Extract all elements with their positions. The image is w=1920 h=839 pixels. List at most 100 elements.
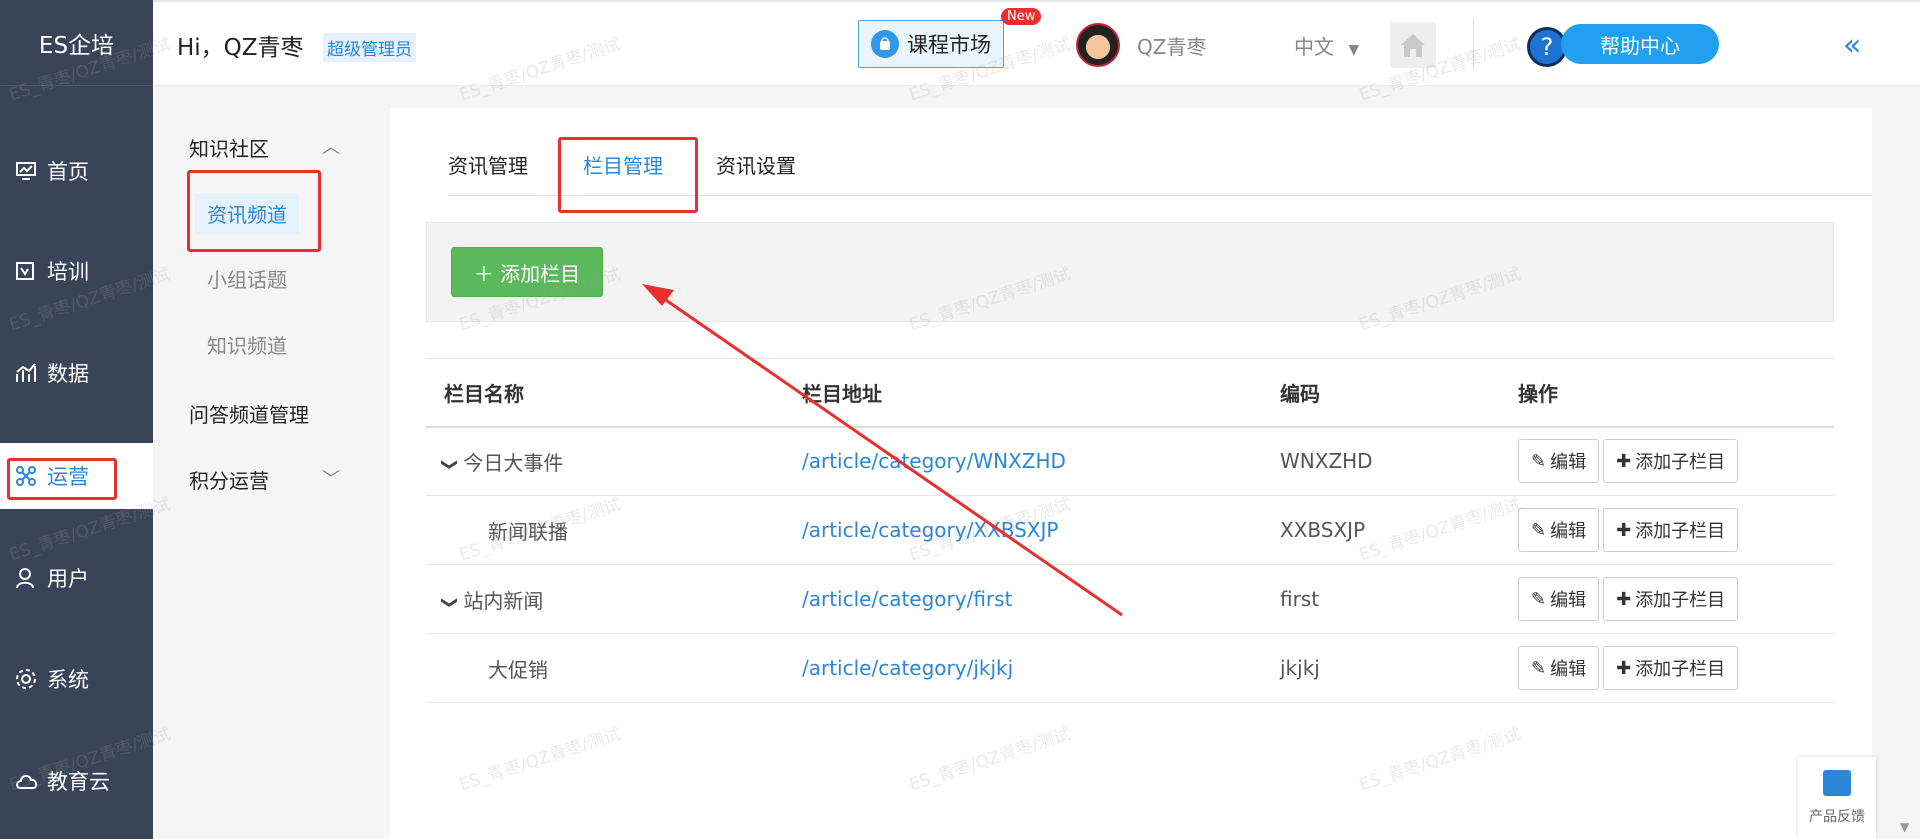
- row-actions: ✎ 编辑 ✚ 添加子栏目: [1500, 633, 1834, 703]
- row-code: first: [1262, 564, 1500, 634]
- plus-icon: ✚: [1616, 588, 1632, 610]
- row-url[interactable]: /article/category/first: [784, 564, 1262, 634]
- row-name: 今日大事件: [463, 450, 564, 475]
- table-header-row: 栏目名称 栏目地址 编码 操作: [426, 358, 1834, 428]
- edit-button[interactable]: ✎ 编辑: [1518, 508, 1600, 552]
- sidebar-item-label: 运营: [47, 465, 89, 489]
- edit-button[interactable]: ✎ 编辑: [1518, 646, 1600, 690]
- main-sidebar: ES企培 首页 培训 数据 运营 用户 系统 教育云: [0, 0, 153, 839]
- row-actions: ✎ 编辑 ✚ 添加子栏目: [1500, 495, 1834, 565]
- row-actions: ✎ 编辑 ✚ 添加子栏目: [1500, 426, 1834, 496]
- scroll-down-icon[interactable]: ▼: [1900, 820, 1909, 834]
- table-row: 新闻联播 /article/category/XXBSXJP XXBSXJP ✎…: [426, 495, 1834, 565]
- collapse-caret-icon[interactable]: ❯: [441, 595, 460, 608]
- row-url[interactable]: /article/category/XXBSXJP: [784, 495, 1262, 565]
- edit-label: 编辑: [1550, 590, 1587, 611]
- table-row: ❯ 今日大事件 /article/category/WNXZHD WNXZHD ✎…: [426, 426, 1834, 496]
- help-center-button[interactable]: 帮助中心: [1561, 24, 1719, 64]
- add-child-label: 添加子栏目: [1635, 659, 1726, 680]
- chart-icon: [15, 362, 41, 384]
- row-name-cell: ❯ 站内新闻: [426, 564, 784, 634]
- cloud-icon: [15, 770, 41, 792]
- sidebar-item-training[interactable]: 培训: [0, 238, 153, 304]
- row-code: XXBSXJP: [1262, 495, 1500, 565]
- row-name: 大促销: [426, 633, 784, 703]
- edit-button[interactable]: ✎ 编辑: [1518, 577, 1600, 621]
- training-icon: [15, 260, 41, 282]
- chevron-down-icon[interactable]: ﹀: [322, 465, 340, 491]
- submenu-group-knowledge-community[interactable]: 知识社区: [189, 133, 269, 162]
- row-url[interactable]: /article/category/jkjkj: [784, 633, 1262, 703]
- app-logo[interactable]: ES企培: [0, 0, 153, 86]
- sidebar-item-label: 首页: [47, 160, 89, 184]
- sidebar-item-user[interactable]: 用户: [0, 545, 153, 611]
- row-name: 站内新闻: [463, 588, 544, 613]
- user-icon: [15, 567, 41, 589]
- home-icon: [1401, 34, 1425, 57]
- collapse-sidebar-icon[interactable]: «: [1843, 28, 1861, 63]
- submenu-item-group-topics[interactable]: 小组话题: [195, 258, 299, 299]
- row-name-cell: ❯ 今日大事件: [426, 426, 784, 496]
- edit-label: 编辑: [1550, 452, 1587, 474]
- sidebar-item-data[interactable]: 数据: [0, 340, 153, 406]
- gear-icon: [15, 668, 41, 690]
- header-code: 编码: [1262, 358, 1500, 428]
- add-child-button[interactable]: ✚ 添加子栏目: [1603, 439, 1739, 484]
- submenu-item-news-channel[interactable]: 资讯频道: [195, 193, 299, 234]
- shopping-bag-icon: [871, 30, 899, 58]
- add-child-button[interactable]: ✚ 添加子栏目: [1603, 508, 1739, 552]
- tab-news-settings[interactable]: 资讯设置: [716, 148, 796, 196]
- row-url[interactable]: /article/category/WNXZHD: [784, 426, 1262, 496]
- feedback-label: 产品反馈: [1809, 809, 1865, 825]
- table-row: 大促销 /article/category/jkjkj jkjkj ✎ 编辑 ✚ 添加…: [426, 633, 1834, 703]
- sidebar-item-system[interactable]: 系统: [0, 646, 153, 712]
- product-feedback-button[interactable]: 产品反馈: [1798, 757, 1876, 839]
- add-child-button[interactable]: ✚ 添加子栏目: [1603, 646, 1739, 690]
- new-badge: New: [1001, 8, 1042, 25]
- add-child-button[interactable]: ✚ 添加子栏目: [1603, 577, 1739, 621]
- sidebar-item-label: 数据: [47, 362, 89, 386]
- add-child-label: 添加子栏目: [1635, 452, 1726, 474]
- tab-news-management[interactable]: 资讯管理: [448, 148, 528, 196]
- plus-icon: ✚: [1616, 450, 1632, 472]
- tab-column-management[interactable]: 栏目管理: [583, 148, 663, 196]
- chevron-up-icon[interactable]: ︿: [322, 133, 340, 159]
- course-market-button[interactable]: 课程市场: [858, 20, 1004, 68]
- column-table: 栏目名称 栏目地址 编码 操作 ❯ 今日大事件 /article/category…: [426, 358, 1834, 703]
- edit-icon: ✎: [1531, 588, 1547, 610]
- row-code: jkjkj: [1262, 633, 1500, 703]
- table-row: ❯ 站内新闻 /article/category/first first ✎ 编辑 ✚…: [426, 564, 1834, 634]
- greeting-text: Hi，QZ青枣: [177, 35, 304, 61]
- row-name: 新闻联播: [426, 495, 784, 565]
- submenu-group-qa-management[interactable]: 问答频道管理: [189, 399, 309, 428]
- sidebar-item-label: 系统: [47, 668, 89, 692]
- feedback-icon: [1823, 770, 1851, 796]
- language-label: 中文: [1294, 35, 1334, 59]
- home-button[interactable]: [1390, 22, 1436, 68]
- sidebar-item-label: 教育云: [47, 770, 110, 794]
- language-select[interactable]: 中文 ▼: [1294, 31, 1359, 60]
- dashboard-icon: [15, 161, 41, 181]
- collapse-caret-icon[interactable]: ❯: [441, 458, 460, 471]
- sidebar-item-label: 培训: [47, 260, 89, 284]
- edit-icon: ✎: [1531, 519, 1547, 541]
- caret-down-icon: ▼: [1348, 42, 1360, 58]
- sidebar-item-home[interactable]: 首页: [0, 138, 153, 204]
- avatar[interactable]: [1076, 23, 1120, 67]
- edit-label: 编辑: [1550, 521, 1587, 542]
- header-column-name: 栏目名称: [426, 358, 784, 428]
- tab-bar: 资讯管理 栏目管理 资讯设置: [448, 148, 1872, 196]
- edit-icon: ✎: [1531, 450, 1547, 472]
- submenu-group-points[interactable]: 积分运营: [189, 465, 269, 494]
- sidebar-item-edu-cloud[interactable]: 教育云: [0, 748, 153, 814]
- row-actions: ✎ 编辑 ✚ 添加子栏目: [1500, 564, 1834, 634]
- sidebar-item-label: 用户: [47, 567, 89, 591]
- add-column-button[interactable]: ＋ 添加栏目: [451, 247, 603, 297]
- add-child-label: 添加子栏目: [1635, 521, 1726, 542]
- top-header: Hi，QZ青枣 超级管理员 课程市场 New QZ青枣 中文 ▼ ? 帮助中心 …: [153, 0, 1920, 86]
- submenu-item-knowledge-channel[interactable]: 知识频道: [195, 324, 299, 365]
- username[interactable]: QZ青枣: [1137, 31, 1206, 60]
- header-actions: 操作: [1500, 358, 1834, 428]
- edit-button[interactable]: ✎ 编辑: [1518, 439, 1600, 484]
- sidebar-item-operation[interactable]: 运营: [0, 443, 153, 509]
